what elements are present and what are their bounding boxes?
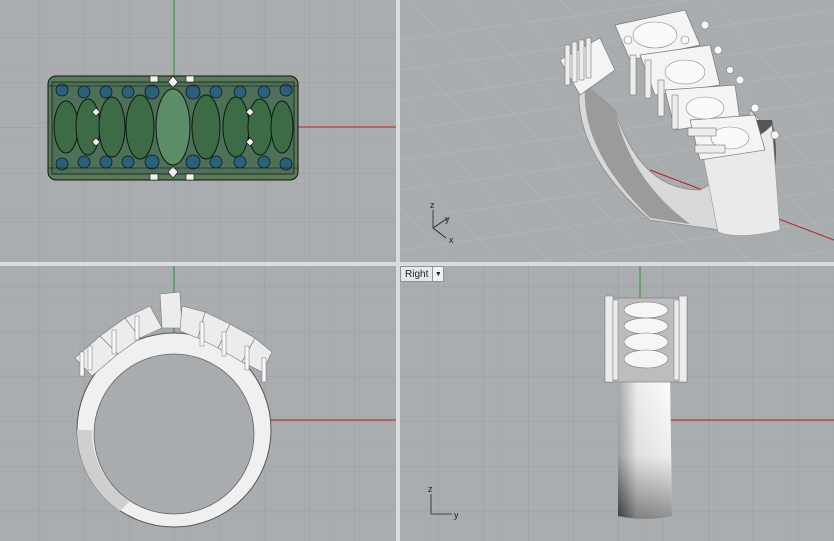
axis-label-x: x [449, 235, 454, 245]
axis-label-z: z [428, 484, 433, 494]
perspective-viewport[interactable]: z y x [400, 0, 834, 262]
top-viewport[interactable] [0, 0, 396, 262]
viewport-title: Right [405, 268, 429, 280]
right-viewport-title-tab[interactable]: Right ▼ [400, 266, 445, 282]
ring-top-wireframe[interactable] [47, 75, 299, 181]
chevron-down-icon[interactable]: ▼ [432, 267, 444, 281]
axis-label-z: z [430, 200, 435, 210]
right-viewport-canvas: z y [400, 266, 834, 541]
right-viewport[interactable]: z y Right ▼ [400, 266, 834, 541]
viewport-splitter-horizontal[interactable] [0, 262, 834, 266]
perspective-viewport-canvas: z y x [400, 0, 834, 262]
front-viewport[interactable] [0, 266, 396, 541]
front-viewport-canvas [0, 266, 396, 541]
axis-label-y: y [445, 214, 450, 224]
axis-label-y: y [454, 510, 459, 520]
rhino-quad-viewport-window: z y x z y Right ▼ [0, 0, 834, 541]
viewport-splitter-vertical[interactable] [396, 0, 400, 541]
top-viewport-canvas [0, 0, 396, 262]
